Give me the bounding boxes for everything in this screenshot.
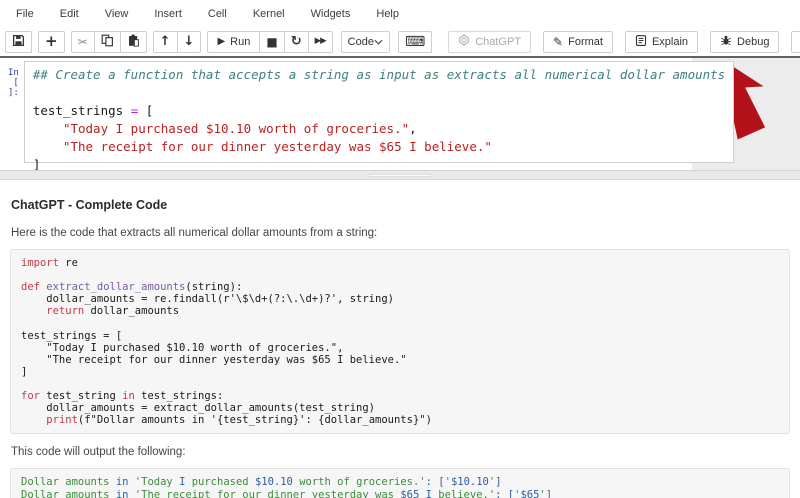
panel-outro-text: This code will output the following: [11, 446, 186, 459]
save-button[interactable] [5, 30, 32, 53]
paste-cell-button[interactable] [119, 30, 147, 53]
panel-title: ChatGPT - Complete Code [11, 198, 168, 212]
keyboard-icon: ⌨ [404, 33, 426, 50]
copy-cell-button[interactable] [93, 30, 121, 53]
format-label: Format [568, 35, 603, 48]
pane-resize-handle[interactable] [368, 174, 432, 177]
interrupt-kernel-button[interactable]: ■ [259, 30, 285, 53]
stop-icon: ■ [266, 34, 278, 49]
panel-intro-text: Here is the code that extracts all numer… [11, 227, 378, 239]
explain-label: Explain [651, 35, 689, 48]
copy-icon [101, 34, 114, 50]
debug-label: Debug [737, 35, 770, 48]
scissors-icon: ✂ [77, 34, 88, 49]
chevron-down-icon [374, 36, 383, 48]
menu-widgets[interactable]: Widgets [298, 4, 364, 24]
arrow-up-icon: ↑ [159, 34, 171, 49]
play-icon: ▶ [217, 35, 226, 47]
notebook-area: In [ ]: ## Create a function that accept… [0, 58, 800, 172]
arrow-down-icon: ↓ [183, 34, 195, 49]
menu-cell[interactable]: Cell [195, 4, 240, 24]
pane-divider [0, 170, 800, 180]
menu-help[interactable]: Help [363, 4, 412, 24]
run-label: Run [230, 35, 251, 48]
code-cell: In [ ]: ## Create a function that accept… [8, 61, 735, 172]
cell-type-value: Code [347, 35, 374, 48]
save-icon [12, 34, 25, 50]
menu-kernel[interactable]: Kernel [240, 4, 298, 24]
chatgpt-button[interactable]: ChatGPT [448, 30, 532, 53]
chatgpt-label: ChatGPT [475, 35, 522, 48]
menu-file[interactable]: File [3, 4, 47, 24]
explain-button[interactable]: Explain [624, 30, 699, 53]
command-palette-button[interactable]: ⌨ [397, 30, 433, 53]
run-button[interactable]: ▶ Run [207, 30, 261, 53]
refresh-icon: ↻ [290, 34, 302, 49]
chatgpt-logo-icon [458, 34, 470, 49]
add-cell-button[interactable]: + [38, 30, 65, 53]
debug-button[interactable]: Debug [710, 30, 780, 53]
menu-bar: File Edit View Insert Cell Kernel Widget… [0, 0, 800, 27]
cell-type-select[interactable]: Code [340, 30, 390, 53]
cut-cell-button[interactable]: ✂ [70, 30, 95, 53]
chatgpt-result-panel: ChatGPT - Complete Code Here is the code… [0, 180, 800, 498]
cell-prompt: In [ ]: [8, 68, 19, 98]
bug-icon [720, 34, 732, 50]
menu-edit[interactable]: Edit [47, 4, 92, 24]
pen-icon: ✎ [553, 34, 564, 49]
plus-icon: + [45, 32, 58, 50]
format-button[interactable]: ✎ Format [543, 30, 613, 53]
paste-icon [127, 34, 140, 50]
document-icon [635, 34, 647, 50]
menu-view[interactable]: View [92, 4, 142, 24]
move-cell-up-button[interactable]: ↑ [152, 30, 178, 53]
restart-kernel-button[interactable]: ↻ [283, 30, 309, 53]
code-output-block: Dollar amounts in 'Today I purchased $10… [10, 468, 790, 498]
complete-button[interactable]: >_ Complete [791, 30, 800, 53]
fast-forward-icon: ▶▶ [314, 36, 327, 47]
cell-code-editor[interactable]: ## Create a function that accepts a stri… [23, 61, 735, 172]
generated-code-block: import re def extract_dollar_amounts(str… [10, 249, 790, 435]
notebook-toolbar: + ✂ ↑ ↓ ▶ Run ■ ↻ ▶▶ Code ⌨ ChatGPT ✎ Fo… [0, 27, 800, 56]
menu-insert[interactable]: Insert [141, 4, 195, 24]
restart-run-all-button[interactable]: ▶▶ [307, 30, 333, 53]
move-cell-down-button[interactable]: ↓ [176, 30, 202, 53]
